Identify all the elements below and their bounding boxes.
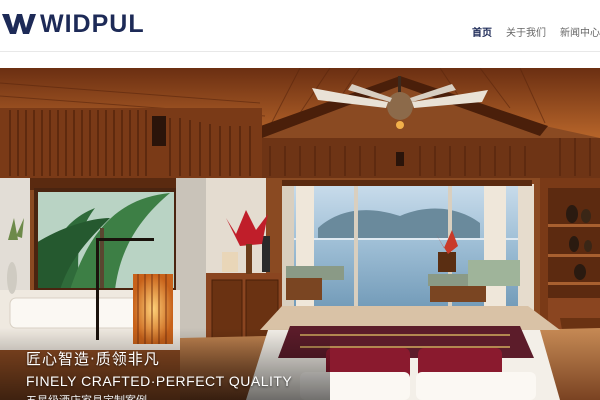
hero-caption-en: FINELY CRAFTED·PERFECT QUALITY [26,373,293,389]
hero-caption-sub: 五星级酒店家具定制案例 [26,392,292,400]
hero-banner[interactable]: 匠心智造·质领非凡 FINELY CRAFTED·PERFECT QUALITY… [0,68,600,400]
hero-caption-cn: 匠心智造·质领非凡 [26,350,160,368]
nav-item-news[interactable]: 新闻中心 [560,24,600,39]
hero-caption: 匠心智造·质领非凡 FINELY CRAFTED·PERFECT QUALITY… [26,348,292,400]
site-header: WIDPUL 首页 关于我们 新闻中心 [0,0,600,52]
brand-name: WIDPUL [40,10,145,38]
w-logo-mark-icon [2,14,36,34]
brand-logo[interactable]: WIDPUL [2,11,145,37]
nav-item-about[interactable]: 关于我们 [506,24,546,39]
main-nav: 首页 关于我们 新闻中心 [458,24,600,39]
nav-item-home[interactable]: 首页 [472,24,492,39]
